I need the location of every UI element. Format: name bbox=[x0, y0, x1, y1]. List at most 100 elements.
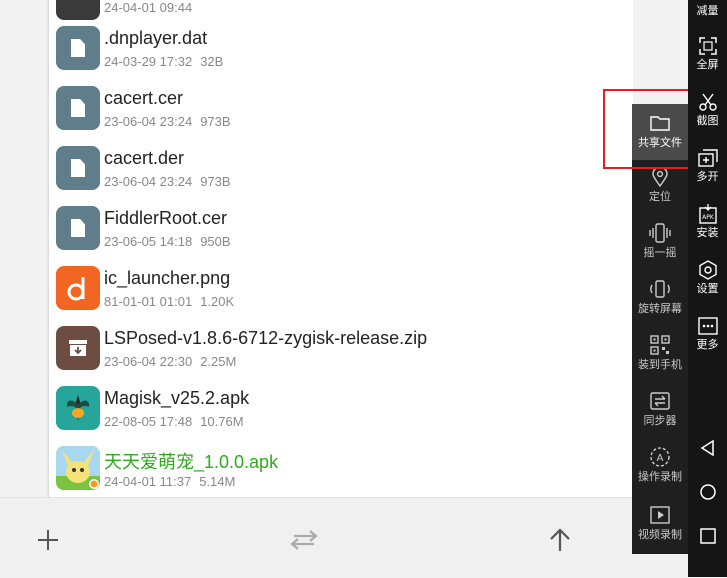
add-button[interactable] bbox=[28, 520, 68, 560]
tool-synchronizer[interactable]: 同步器 bbox=[632, 390, 688, 442]
sidebar-label: 多开 bbox=[696, 170, 719, 183]
file-size: 2.25M bbox=[200, 354, 237, 369]
file-name: cacert.der bbox=[104, 148, 185, 168]
sidebar-label: 截图 bbox=[696, 114, 719, 127]
file-meta: 24-04-01 09:44 bbox=[104, 0, 192, 15]
sidebar-label: 全屏 bbox=[696, 58, 719, 71]
file-date: 23-06-04 23:24 bbox=[104, 174, 193, 189]
transfer-button[interactable] bbox=[284, 520, 324, 560]
sidebar-fullscreen[interactable]: 全屏 bbox=[688, 34, 727, 71]
video-record-icon bbox=[632, 504, 688, 526]
settings-icon bbox=[688, 258, 727, 282]
back-triangle-icon bbox=[688, 436, 727, 460]
location-pin-icon bbox=[632, 166, 688, 188]
file-meta: 23-06-04 23:24 973B bbox=[104, 114, 231, 129]
tool-shake[interactable]: 摇一摇 bbox=[632, 222, 688, 274]
more-icon bbox=[688, 314, 727, 338]
magisk-app-icon bbox=[56, 386, 100, 430]
tool-rotate-screen[interactable]: 旋转屏幕 bbox=[632, 278, 688, 330]
sidebar-install-apk[interactable]: APK 安装 bbox=[688, 202, 727, 239]
emulator-tool-panel: 共享文件 定位 摇一摇 旋转屏幕 装到手机 同步器 A 操作录制 视频录制 bbox=[632, 104, 688, 554]
tool-macro-record[interactable]: A 操作录制 bbox=[632, 446, 688, 500]
file-size: 32B bbox=[200, 54, 224, 69]
nav-back-button[interactable] bbox=[688, 436, 727, 460]
sidebar-label: 更多 bbox=[696, 338, 719, 351]
tool-shared-files[interactable]: 共享文件 bbox=[632, 104, 688, 160]
sidebar-settings[interactable]: 设置 bbox=[688, 258, 727, 295]
file-meta: 23-06-05 14:18 950B bbox=[104, 234, 231, 249]
file-row[interactable]: Magisk_v25.2.apk 22-08-05 17:48 10.76M bbox=[49, 378, 633, 438]
sidebar-label: 减量 bbox=[696, 4, 719, 17]
tool-label: 操作录制 bbox=[638, 470, 682, 483]
nav-recents-button[interactable] bbox=[688, 524, 727, 548]
swap-arrows-icon bbox=[290, 530, 318, 550]
sidebar-volume-down[interactable]: 减量 bbox=[688, 4, 727, 17]
file-name: LSPosed-v1.8.6-6712-zygisk-release.zip bbox=[104, 328, 428, 348]
emulator-sidebar: 减量 全屏 截图 多开 APK 安装 设置 更多 bbox=[688, 0, 727, 577]
sidebar-more[interactable]: 更多 bbox=[688, 314, 727, 351]
file-row[interactable]: LSPosed-v1.8.6-6712-zygisk-release.zip 2… bbox=[49, 318, 633, 378]
parent-directory-button[interactable] bbox=[540, 520, 580, 560]
file-date: 81-01-01 01:01 bbox=[104, 294, 193, 309]
sidebar-label: 安装 bbox=[696, 226, 719, 239]
file-date: 24-03-29 17:32 bbox=[104, 54, 193, 69]
file-date: 23-06-04 22:30 bbox=[104, 354, 193, 369]
dark-icon bbox=[56, 0, 100, 20]
file-row[interactable]: cacert.der 23-06-04 23:24 973B bbox=[49, 138, 633, 198]
shake-phone-icon bbox=[632, 222, 688, 244]
rotate-screen-icon bbox=[632, 278, 688, 300]
sidebar-screenshot[interactable]: 截图 bbox=[688, 90, 727, 127]
file-date: 23-06-04 23:24 bbox=[104, 114, 193, 129]
file-name: Magisk_v25.2.apk bbox=[104, 388, 250, 408]
png-launcher-icon bbox=[56, 266, 100, 310]
file-date: 23-06-05 14:18 bbox=[104, 234, 193, 249]
file-list: 24-04-01 09:44 .dnplayer.dat 24-03-29 17… bbox=[48, 0, 633, 497]
arrow-up-icon bbox=[550, 528, 570, 551]
macro-record-icon: A bbox=[632, 446, 688, 468]
file-size: 950B bbox=[200, 234, 231, 249]
plus-icon bbox=[38, 530, 58, 550]
home-circle-icon bbox=[688, 480, 727, 504]
file-date: 24-04-01 09:44 bbox=[104, 0, 193, 15]
file-meta: 24-03-29 17:32 32B bbox=[104, 54, 223, 69]
pet-game-apk-icon bbox=[56, 446, 100, 490]
file-size: 973B bbox=[200, 174, 231, 189]
file-row[interactable]: .dnplayer.dat 24-03-29 17:32 32B bbox=[49, 18, 633, 78]
file-size: 1.20K bbox=[200, 294, 235, 309]
file-meta: 23-06-04 23:24 973B bbox=[104, 174, 231, 189]
file-row[interactable]: ic_launcher.png 81-01-01 01:01 1.20K bbox=[49, 258, 633, 318]
file-icon bbox=[56, 26, 100, 70]
svg-text:A: A bbox=[657, 453, 664, 464]
file-name: .dnplayer.dat bbox=[104, 28, 208, 48]
sidebar-multi-instance[interactable]: 多开 bbox=[688, 146, 727, 183]
tool-location[interactable]: 定位 bbox=[632, 166, 688, 218]
file-icon bbox=[56, 146, 100, 190]
file-meta: 81-01-01 01:01 1.20K bbox=[104, 294, 234, 309]
sync-icon bbox=[632, 390, 688, 412]
file-row[interactable]: cacert.cer 23-06-04 23:24 973B bbox=[49, 78, 633, 138]
file-name: cacert.cer bbox=[104, 88, 184, 108]
file-size: 973B bbox=[200, 114, 231, 129]
tool-install-to-phone[interactable]: 装到手机 bbox=[632, 334, 688, 386]
file-row[interactable]: FiddlerRoot.cer 23-06-05 14:18 950B bbox=[49, 198, 633, 258]
file-size: 5.14M bbox=[199, 474, 236, 489]
file-date: 22-08-05 17:48 bbox=[104, 414, 193, 429]
file-date: 24-04-01 11:37 bbox=[104, 474, 192, 489]
file-row[interactable]: 天天爱萌宠_1.0.0.apk 24-04-01 11:37 5.14M bbox=[49, 438, 633, 498]
tool-label: 定位 bbox=[649, 190, 671, 203]
tool-video-record[interactable]: 视频录制 bbox=[632, 504, 688, 554]
nav-home-button[interactable] bbox=[688, 480, 727, 504]
svg-text:APK: APK bbox=[702, 214, 715, 221]
scissors-icon bbox=[688, 90, 727, 114]
qr-code-icon bbox=[632, 334, 688, 356]
tool-label: 旋转屏幕 bbox=[638, 302, 682, 315]
file-name: ic_launcher.png bbox=[104, 268, 231, 288]
file-icon bbox=[56, 86, 100, 130]
tool-label: 摇一摇 bbox=[643, 246, 677, 259]
fullscreen-icon bbox=[688, 34, 727, 58]
sidebar-label: 设置 bbox=[696, 282, 719, 295]
file-size: 10.76M bbox=[200, 414, 244, 429]
tool-label: 视频录制 bbox=[638, 528, 682, 541]
tool-label: 装到手机 bbox=[638, 358, 682, 371]
file-meta: 24-04-01 11:37 5.14M bbox=[104, 474, 235, 489]
